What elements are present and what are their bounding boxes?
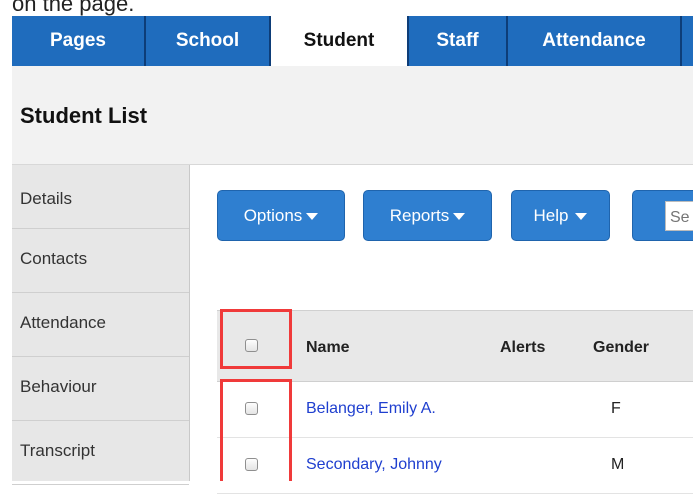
- row-checkbox[interactable]: [245, 402, 258, 415]
- column-header-name[interactable]: Name: [306, 339, 350, 357]
- table-header-row: Name Alerts Gender: [217, 310, 693, 382]
- caret-down-icon: [306, 213, 319, 220]
- student-table: Name Alerts Gender Belanger, Emily A. F …: [217, 310, 693, 494]
- options-button-label: Options: [243, 205, 303, 225]
- student-name-link[interactable]: Belanger, Emily A.: [306, 400, 436, 417]
- tab-school[interactable]: School: [146, 16, 271, 66]
- main-content: Options Reports Help Name Alerts Gender …: [190, 165, 693, 494]
- caret-down-icon: [453, 213, 466, 220]
- column-header-alerts[interactable]: Alerts: [500, 339, 545, 357]
- tab-student[interactable]: Student: [271, 16, 409, 66]
- gender-cell: F: [611, 400, 621, 417]
- search-input[interactable]: [665, 201, 693, 231]
- tab-staff[interactable]: Staff: [409, 16, 508, 66]
- sidebar-item-details[interactable]: Details: [12, 165, 189, 229]
- table-row: Secondary, Johnny M: [217, 438, 693, 494]
- side-navigation: Details Contacts Attendance Behaviour Tr…: [12, 165, 190, 485]
- reports-button[interactable]: Reports: [363, 190, 492, 241]
- search-box: [632, 190, 693, 241]
- sidebar-item-behaviour[interactable]: Behaviour: [12, 357, 189, 421]
- help-button[interactable]: Help: [511, 190, 610, 241]
- top-navigation: Pages School Student Staff Attendance: [12, 16, 693, 66]
- student-name-link[interactable]: Secondary, Johnny: [306, 456, 442, 473]
- caret-down-icon: [575, 213, 588, 220]
- options-button[interactable]: Options: [217, 190, 345, 241]
- tab-pages[interactable]: Pages: [12, 16, 146, 66]
- column-header-gender[interactable]: Gender: [593, 339, 649, 357]
- caption-text: on the page.: [12, 0, 135, 16]
- sidebar-item-contacts[interactable]: Contacts: [12, 229, 189, 293]
- page-title: Student List: [20, 103, 148, 128]
- select-all-checkbox[interactable]: [245, 339, 258, 352]
- row-checkbox[interactable]: [245, 458, 258, 471]
- reports-button-label: Reports: [389, 205, 450, 225]
- page-header: Student List: [12, 66, 693, 165]
- gender-cell: M: [611, 456, 625, 473]
- sidebar-item-attendance[interactable]: Attendance: [12, 293, 189, 357]
- help-button-label: Help: [533, 205, 569, 225]
- sidebar-item-transcript[interactable]: Transcript: [12, 421, 189, 485]
- table-row: Belanger, Emily A. F: [217, 382, 693, 438]
- tab-attendance[interactable]: Attendance: [508, 16, 682, 66]
